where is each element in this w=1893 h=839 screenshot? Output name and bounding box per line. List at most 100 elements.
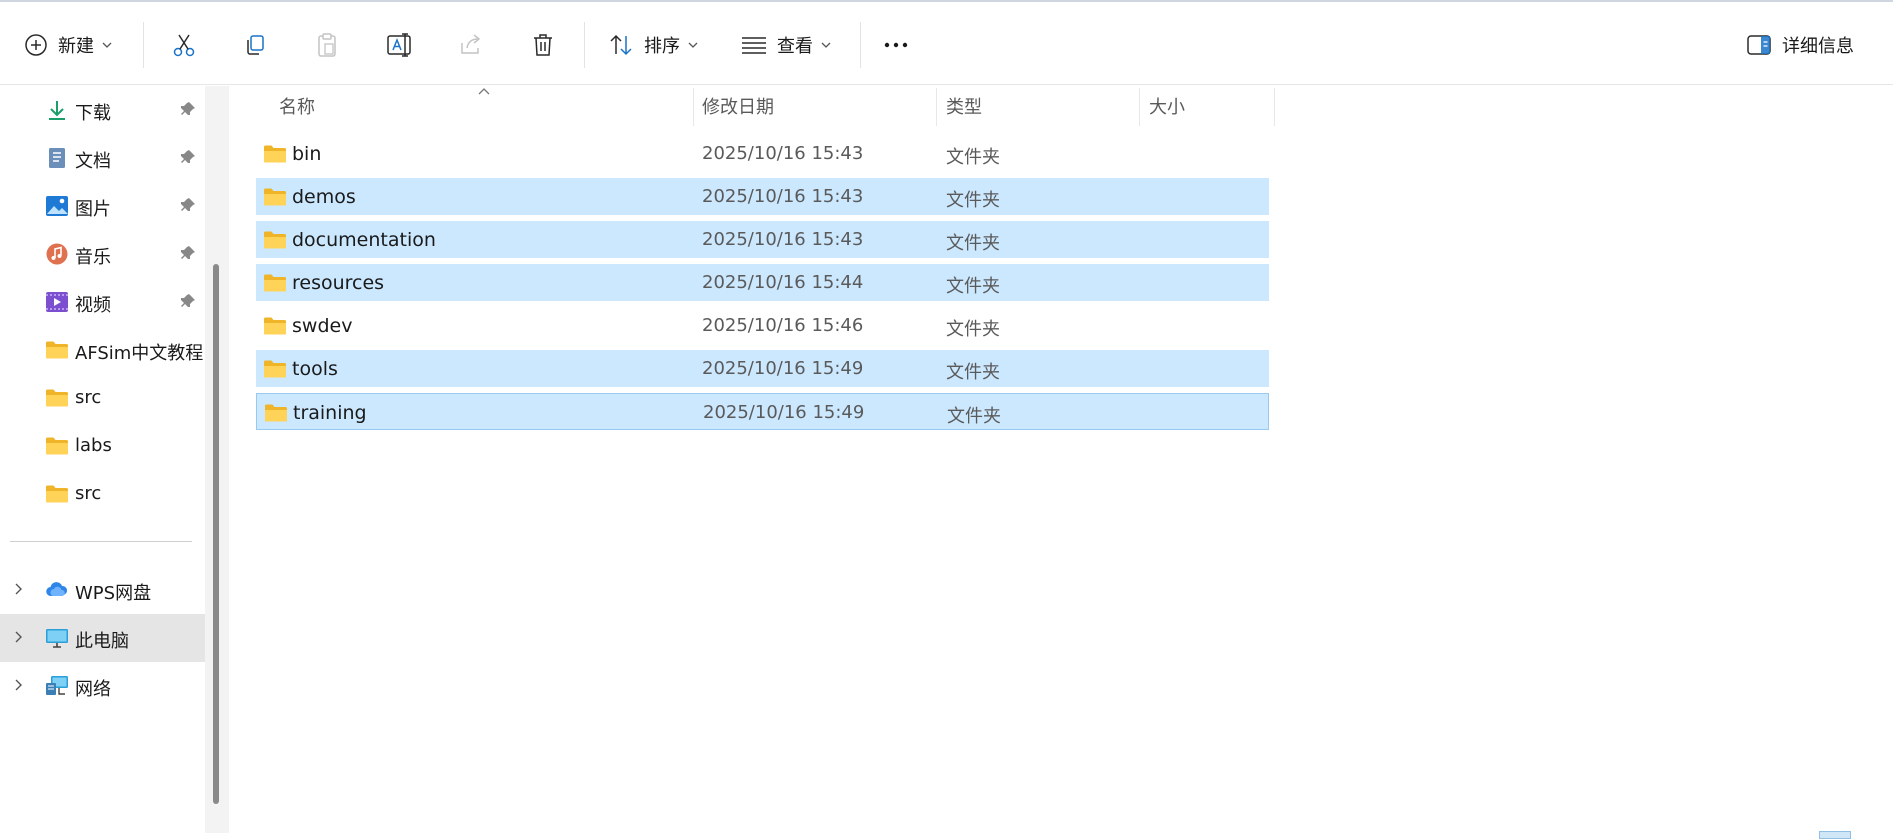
file-date: 2025/10/16 15:49 <box>702 358 864 379</box>
cut-button[interactable] <box>171 28 197 62</box>
file-row-resources[interactable]: resources 2025/10/16 15:44 文件夹 <box>256 264 1269 301</box>
file-row-bin[interactable]: bin 2025/10/16 15:43 文件夹 <box>256 135 1269 172</box>
command-bar: 新建 排序 查看 详细信息 <box>0 0 1893 85</box>
column-header-size[interactable]: 大小 <box>1149 86 1269 126</box>
column-divider[interactable] <box>1139 88 1140 126</box>
music-icon <box>46 243 68 265</box>
nav-item-label: WPS网盘 <box>75 583 152 604</box>
nav-scrollbar[interactable] <box>205 86 229 833</box>
file-row-tools[interactable]: tools 2025/10/16 15:49 文件夹 <box>256 350 1269 387</box>
nav-item-music[interactable]: 音乐 <box>0 230 205 278</box>
file-row-documentation[interactable]: documentation 2025/10/16 15:43 文件夹 <box>256 221 1269 258</box>
file-date: 2025/10/16 15:49 <box>703 402 865 423</box>
nav-item-label: AFSim中文教程 <box>75 343 203 364</box>
rename-button[interactable] <box>386 28 414 62</box>
folder-icon <box>264 231 286 249</box>
nav-item-label: 此电脑 <box>75 631 129 652</box>
details-pane-button[interactable]: 详细信息 <box>1746 28 1854 62</box>
view-button[interactable]: 查看 <box>741 28 831 62</box>
trash-icon <box>534 34 552 56</box>
delete-button[interactable] <box>531 28 555 62</box>
folder-icon <box>265 404 287 422</box>
details-pane-icon <box>1747 35 1771 55</box>
file-row-training[interactable]: training 2025/10/16 15:49 文件夹 <box>256 393 1269 430</box>
scissors-icon <box>173 34 195 57</box>
file-date: 2025/10/16 15:46 <box>702 315 864 336</box>
copy-button[interactable] <box>243 28 267 62</box>
sort-button[interactable]: 排序 <box>608 28 698 62</box>
folder-icon <box>264 360 286 378</box>
view-mode-indicator[interactable] <box>1819 831 1851 839</box>
plus-circle-icon <box>25 34 47 56</box>
file-name[interactable]: demos <box>292 186 356 208</box>
toolbar-divider <box>143 22 144 68</box>
nav-item-network[interactable]: 网络 <box>0 662 205 710</box>
file-row-demos[interactable]: demos 2025/10/16 15:43 文件夹 <box>256 178 1269 215</box>
file-date: 2025/10/16 15:43 <box>702 143 864 164</box>
folder-icon <box>46 485 68 503</box>
file-type: 文件夹 <box>946 276 1000 297</box>
nav-item-downloads[interactable]: 下载 <box>0 86 205 134</box>
nav-item-src[interactable]: src <box>0 470 205 518</box>
nav-item-afsim-tutorial[interactable]: AFSim中文教程 <box>0 326 205 374</box>
share-button[interactable] <box>458 28 484 62</box>
folder-icon <box>264 145 286 163</box>
file-type: 文件夹 <box>946 319 1000 340</box>
details-pane-label: 详细信息 <box>1782 36 1854 57</box>
pin-icon <box>181 150 195 163</box>
column-divider[interactable] <box>936 88 937 126</box>
nav-divider <box>10 541 192 542</box>
view-button-label: 查看 <box>777 36 813 57</box>
nav-item-label: labs <box>75 435 112 456</box>
column-header-name[interactable]: 名称 <box>279 86 689 126</box>
chevron-right-icon[interactable] <box>14 678 24 692</box>
nav-item-label: src <box>75 387 102 408</box>
this-pc-icon <box>46 629 68 648</box>
column-divider[interactable] <box>1274 88 1275 126</box>
videos-icon <box>46 292 68 312</box>
folder-icon <box>264 317 286 335</box>
view-list-icon <box>742 37 766 54</box>
chevron-right-icon[interactable] <box>14 582 24 596</box>
chevron-down-icon <box>821 42 831 48</box>
nav-item-label: src <box>75 483 102 504</box>
file-name[interactable]: training <box>293 402 367 424</box>
folder-icon <box>46 341 68 359</box>
file-name[interactable]: documentation <box>292 229 436 251</box>
column-divider[interactable] <box>693 88 694 126</box>
pin-icon <box>181 198 195 211</box>
file-type: 文件夹 <box>947 406 1001 427</box>
pin-icon <box>181 294 195 307</box>
chevron-right-icon[interactable] <box>14 630 24 644</box>
column-header-date-label: 修改日期 <box>702 97 774 118</box>
chevron-down-icon <box>102 42 112 48</box>
column-header-date[interactable]: 修改日期 <box>702 86 932 126</box>
nav-item-labs[interactable]: labs <box>0 422 205 470</box>
nav-item-videos[interactable]: 视频 <box>0 278 205 326</box>
documents-icon <box>49 148 65 168</box>
nav-item-wps-cloud[interactable]: WPS网盘 <box>0 566 205 614</box>
file-row-swdev[interactable]: swdev 2025/10/16 15:46 文件夹 <box>256 307 1269 344</box>
nav-item-this-pc[interactable]: 此电脑 <box>0 614 205 662</box>
nav-item-documents[interactable]: 文档 <box>0 134 205 182</box>
paste-button[interactable] <box>315 28 339 62</box>
nav-scrollbar-thumb[interactable] <box>213 264 219 804</box>
nav-item-src[interactable]: src <box>0 374 205 422</box>
file-name[interactable]: resources <box>292 272 384 294</box>
new-button-label: 新建 <box>58 36 94 57</box>
column-header-type[interactable]: 类型 <box>946 86 1136 126</box>
folder-icon <box>46 389 68 407</box>
nav-item-pictures[interactable]: 图片 <box>0 182 205 230</box>
column-header-name-label: 名称 <box>279 97 315 118</box>
file-type: 文件夹 <box>946 233 1000 254</box>
new-button[interactable]: 新建 <box>24 28 112 62</box>
file-name[interactable]: bin <box>292 143 321 165</box>
file-name[interactable]: swdev <box>292 315 352 337</box>
more-dots-icon <box>884 42 908 48</box>
more-options-button[interactable] <box>883 28 909 62</box>
clipboard-icon <box>318 33 336 57</box>
network-icon <box>46 676 68 695</box>
pin-icon <box>181 102 195 115</box>
file-name[interactable]: tools <box>292 358 338 380</box>
folder-icon <box>46 437 68 455</box>
